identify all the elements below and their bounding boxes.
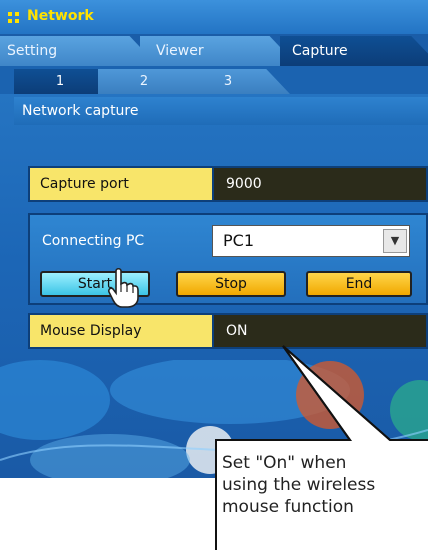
callout-line: Set "On" when	[222, 453, 347, 473]
hand-pointer-icon	[108, 267, 139, 308]
mouse-display-row: Mouse Display ON	[28, 313, 428, 349]
title-bar: Network	[0, 0, 428, 34]
tab-capture[interactable]: Capture	[280, 36, 428, 66]
subtab-3[interactable]: 3	[182, 69, 290, 94]
window-title: Network	[27, 8, 94, 24]
grid-icon	[8, 12, 20, 24]
mouse-display-field[interactable]: ON	[212, 315, 426, 347]
connecting-pc-label: Connecting PC	[42, 233, 145, 249]
tab-setting[interactable]: Setting	[0, 36, 158, 66]
connecting-pc-value: PC1	[223, 231, 254, 250]
dropdown-arrow-icon[interactable]: ▼	[383, 229, 407, 253]
capture-port-row: Capture port 9000	[28, 166, 428, 202]
connecting-pc-select[interactable]: PC1 ▼	[212, 225, 410, 257]
callout-line: mouse function	[222, 497, 354, 517]
capture-port-label: Capture port	[40, 176, 129, 192]
mouse-display-label: Mouse Display	[40, 323, 142, 339]
tab-viewer[interactable]: Viewer	[140, 36, 298, 66]
connecting-pc-box: Connecting PC PC1 ▼ Start Stop End	[28, 213, 428, 308]
main-tabs: Setting Viewer Capture	[0, 34, 428, 66]
stop-button[interactable]: Stop	[176, 271, 286, 297]
end-button[interactable]: End	[306, 271, 412, 297]
section-title: Network capture	[14, 97, 428, 125]
callout-line: using the wireless	[222, 475, 376, 495]
capture-port-field[interactable]: 9000	[212, 168, 426, 200]
sub-tabs: 1 2 3	[0, 66, 428, 94]
network-panel: Network Setting Viewer Capture 1 2 3 Net…	[0, 0, 428, 478]
callout-text: Set "On" when using the wireless mouse f…	[222, 452, 428, 518]
